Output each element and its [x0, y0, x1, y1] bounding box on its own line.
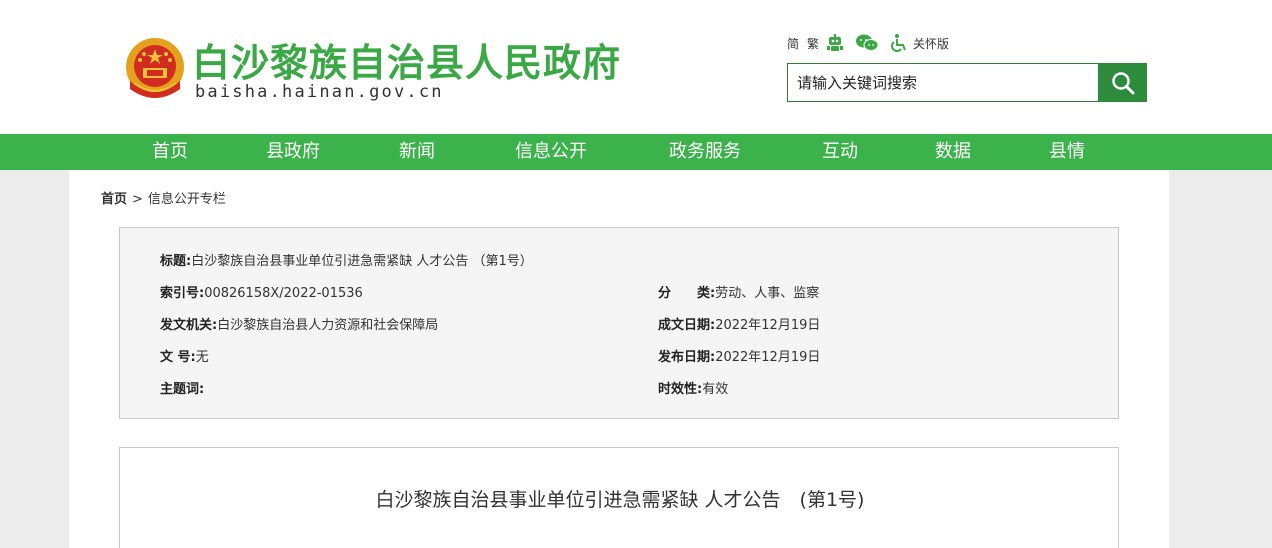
- breadcrumb-current[interactable]: 信息公开专栏: [148, 192, 226, 207]
- nav-item-interaction[interactable]: 互动: [822, 134, 858, 170]
- wechat-icon[interactable]: [855, 33, 879, 53]
- care-mode-link[interactable]: 关怀版: [913, 35, 949, 52]
- national-emblem-icon[interactable]: [124, 37, 186, 103]
- site-domain: baisha.hainan.gov.cn: [195, 82, 444, 102]
- breadcrumb: 首页 > 信息公开专栏: [101, 188, 226, 207]
- info-keywords-row: 主题词:: [160, 378, 204, 397]
- wheelchair-icon[interactable]: [889, 33, 909, 53]
- article-title: 白沙黎族自治县事业单位引进急需紧缺 人才公告 (第1号): [375, 489, 865, 511]
- info-title-value: 白沙黎族自治县事业单位引进急需紧缺 人才公告 （第1号）: [191, 254, 533, 269]
- info-created-date-row: 成文日期:2022年12月19日: [658, 314, 820, 333]
- info-created-date-value: 2022年12月19日: [715, 318, 821, 333]
- info-keywords-label: 主题词:: [160, 382, 205, 397]
- info-doc-number-label: 文 号:: [160, 350, 196, 365]
- nav-item-county-profile[interactable]: 县情: [1049, 134, 1085, 170]
- info-title-row: 标题:白沙黎族自治县事业单位引进急需紧缺 人才公告 （第1号）: [160, 250, 533, 269]
- info-validity-value: 有效: [702, 382, 729, 397]
- info-published-date-row: 发布日期:2022年12月19日: [658, 346, 820, 365]
- nav-item-data[interactable]: 数据: [935, 134, 971, 170]
- info-title-label: 标题:: [160, 254, 192, 269]
- main-nav: 首页 县政府 新闻 信息公开 政务服务 互动 数据 县情: [0, 134, 1272, 170]
- header-tools: 简 繁 关怀版: [787, 30, 949, 56]
- info-doc-number-row: 文 号:无: [160, 346, 209, 365]
- info-issuer-label: 发文机关:: [160, 318, 218, 333]
- info-issuer-value: 白沙黎族自治县人力资源和社会保障局: [217, 318, 439, 333]
- search-box: [787, 63, 1147, 102]
- nav-item-county-government[interactable]: 县政府: [266, 134, 320, 170]
- robot-icon[interactable]: [825, 33, 845, 53]
- simplified-chinese-link[interactable]: 简: [787, 35, 799, 52]
- breadcrumb-separator: >: [132, 192, 143, 207]
- breadcrumb-home[interactable]: 首页: [101, 192, 127, 207]
- info-index-label: 索引号:: [160, 286, 205, 301]
- document-info-box: 标题:白沙黎族自治县事业单位引进急需紧缺 人才公告 （第1号） 索引号:0082…: [119, 227, 1119, 419]
- info-category-row: 分 类:劳动、人事、监察: [658, 282, 819, 301]
- info-issuer-row: 发文机关:白沙黎族自治县人力资源和社会保障局: [160, 314, 438, 333]
- traditional-chinese-link[interactable]: 繁: [807, 35, 819, 52]
- nav-item-government-services[interactable]: 政务服务: [669, 134, 741, 170]
- info-category-value: 劳动、人事、监察: [715, 286, 820, 301]
- info-index-row: 索引号:00826158X/2022-01536: [160, 282, 363, 301]
- info-validity-row: 时效性:有效: [658, 378, 728, 397]
- info-created-date-label: 成文日期:: [658, 318, 716, 333]
- nav-item-information-disclosure[interactable]: 信息公开: [515, 134, 587, 170]
- site-header: 白沙黎族自治县人民政府 baisha.hainan.gov.cn 简 繁 关怀版…: [0, 0, 1272, 134]
- article-panel: 白沙黎族自治县事业单位引进急需紧缺 人才公告 (第1号): [119, 447, 1119, 548]
- nav-item-news[interactable]: 新闻: [399, 134, 435, 170]
- site-title[interactable]: 白沙黎族自治县人民政府: [192, 32, 621, 87]
- info-category-label: 分 类:: [658, 286, 716, 301]
- nav-item-home[interactable]: 首页: [152, 134, 188, 170]
- info-published-date-value: 2022年12月19日: [715, 350, 821, 365]
- info-validity-label: 时效性:: [658, 382, 703, 397]
- search-icon: [1111, 71, 1134, 94]
- search-input[interactable]: [787, 63, 1098, 102]
- info-index-value: 00826158X/2022-01536: [204, 286, 363, 301]
- info-published-date-label: 发布日期:: [658, 350, 716, 365]
- search-button[interactable]: [1098, 63, 1147, 102]
- info-doc-number-value: 无: [195, 350, 209, 365]
- content-container: 首页 > 信息公开专栏 标题:白沙黎族自治县事业单位引进急需紧缺 人才公告 （第1号…: [69, 170, 1169, 548]
